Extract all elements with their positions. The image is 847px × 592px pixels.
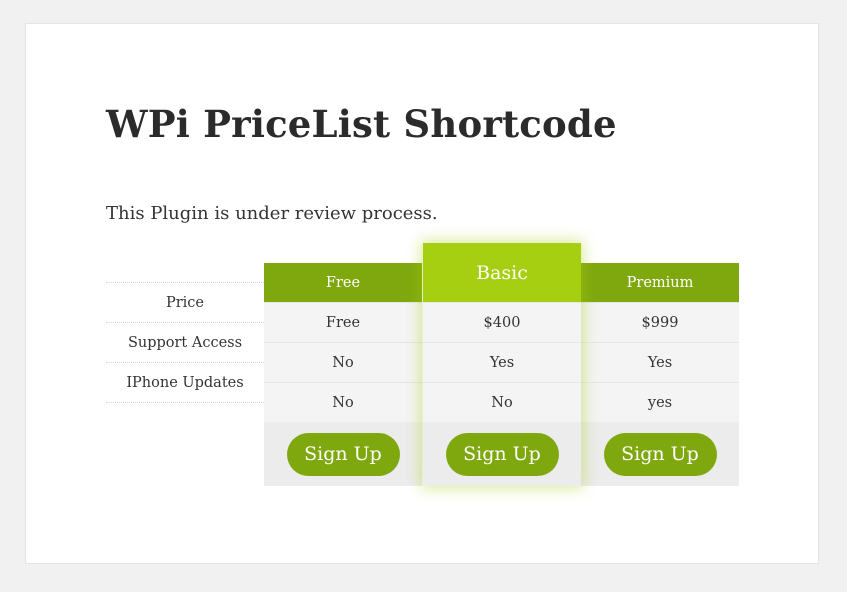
plan-footer-basic: Sign Up (423, 422, 581, 486)
plan-column-premium: Premium $999 Yes yes Sign Up (581, 263, 739, 486)
plan-footer-free: Sign Up (264, 422, 422, 486)
plan-footer-premium: Sign Up (581, 422, 739, 486)
plan-column-basic: Basic $400 Yes No Sign Up (423, 243, 581, 486)
plan-free-price: Free (264, 302, 422, 342)
row-label-support-access: Support Access (106, 322, 264, 362)
row-label-price: Price (106, 282, 264, 322)
page-description: This Plugin is under review process. (106, 203, 438, 224)
plan-header-premium: Premium (581, 263, 739, 302)
plan-header-free: Free (264, 263, 422, 302)
plan-free-support-access: No (264, 342, 422, 382)
plan-premium-price: $999 (581, 302, 739, 342)
plan-basic-iphone-updates: No (423, 382, 581, 422)
plan-premium-iphone-updates: yes (581, 382, 739, 422)
plan-basic-price: $400 (423, 302, 581, 342)
sign-up-button-basic[interactable]: Sign Up (445, 432, 559, 476)
pricing-table: Price Support Access IPhone Updates Free… (106, 243, 740, 488)
row-label-iphone-updates: IPhone Updates (106, 362, 264, 403)
content-card: WPi PriceList Shortcode This Plugin is u… (25, 23, 819, 564)
plan-premium-support-access: Yes (581, 342, 739, 382)
plan-header-basic: Basic (423, 243, 581, 302)
plan-free-iphone-updates: No (264, 382, 422, 422)
sign-up-button-free[interactable]: Sign Up (286, 432, 400, 476)
page-title: WPi PriceList Shortcode (106, 102, 617, 146)
plan-basic-support-access: Yes (423, 342, 581, 382)
plan-column-free: Free Free No No Sign Up (264, 263, 422, 486)
sign-up-button-premium[interactable]: Sign Up (603, 432, 717, 476)
